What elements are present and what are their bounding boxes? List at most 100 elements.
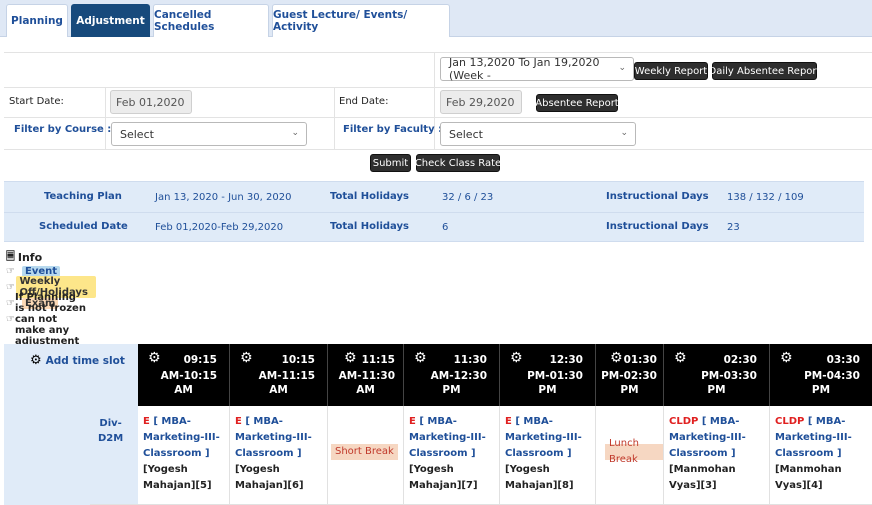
slot-start: 03:30 xyxy=(826,354,860,366)
tab-cancelled-schedules[interactable]: Cancelled Schedules xyxy=(153,4,269,37)
divider xyxy=(105,87,106,149)
faculty-name: Vyas][4] xyxy=(775,480,823,491)
slot-range: PM-03:30 xyxy=(701,370,757,382)
scheduled-date-value: Feb 01,2020-Feb 29,2020 xyxy=(155,222,284,233)
break-cell: Lunch Break xyxy=(596,406,664,505)
faculty-name: [Yogesh xyxy=(409,464,454,475)
time-slot-header[interactable]: ⚙ 11:30 AM-12:30 PM xyxy=(404,344,500,406)
course-select[interactable]: Select ⌄ xyxy=(111,122,307,146)
faculty-name: Mahajan][5] xyxy=(143,480,212,491)
slot-range: AM-11:30 xyxy=(338,370,395,382)
slot-ampm: PM xyxy=(707,384,726,396)
faculty-name: [Yogesh xyxy=(235,464,280,475)
slot-range: PM-01:30 xyxy=(527,370,583,382)
total-holidays-label: Total Holidays xyxy=(330,191,409,202)
instructional-days-value: 23 xyxy=(727,222,740,233)
faculty-select[interactable]: Select ⌄ xyxy=(440,122,636,146)
timetable-corner: ⚙ Add time slot xyxy=(4,344,138,406)
subject-code: CLDP xyxy=(669,416,699,427)
schedule-cell[interactable]: E [ MBA- Marketing-III- Classroom ] [Yog… xyxy=(230,406,328,505)
slot-range: PM-04:30 xyxy=(804,370,860,382)
division-column: Div- D2M xyxy=(4,406,138,505)
time-slot-header[interactable]: ⚙ 03:30 PM-04:30 PM xyxy=(770,344,872,406)
legend-event-text: Event xyxy=(22,265,61,277)
chevron-down-icon: ⌄ xyxy=(620,128,628,138)
row-divider xyxy=(4,149,872,150)
faculty-select-value: Select xyxy=(449,127,483,141)
slot-start: 11:15 xyxy=(361,354,395,366)
cell-line: [ MBA- xyxy=(241,416,283,427)
schedule-cell[interactable]: E [ MBA- Marketing-III- Classroom ] [Yog… xyxy=(138,406,230,505)
divider xyxy=(434,53,435,87)
faculty-name: [Yogesh xyxy=(143,464,188,475)
slot-range: AM-11:15 xyxy=(258,370,315,382)
cell-line: Classroom ] xyxy=(143,448,210,459)
course-filter-label: Filter by Course : xyxy=(14,124,112,135)
schedule-cell[interactable]: E [ MBA- Marketing-III- Classroom ] [Yog… xyxy=(404,406,500,505)
short-break-badge: Short Break xyxy=(331,444,398,460)
faculty-name: Mahajan][8] xyxy=(505,480,574,491)
slot-ampm: AM xyxy=(269,384,288,396)
teaching-plan-label: Teaching Plan xyxy=(44,191,122,202)
slot-start: 01:30 xyxy=(623,354,657,366)
time-slot-header[interactable]: ⚙ 01:30 PM-02:30 PM xyxy=(596,344,664,406)
subject-code: E xyxy=(409,416,416,427)
check-class-rate-button[interactable]: Check Class Rate xyxy=(415,154,501,172)
slot-range: AM-12:30 xyxy=(430,370,487,382)
time-slot-header[interactable]: ⚙ 10:15 AM-11:15 AM xyxy=(230,344,328,406)
timetable-header: ⚙ Add time slot ⚙ 09:15 AM-10:15 AM ⚙ 10:… xyxy=(4,344,872,406)
info-title-text: Info xyxy=(17,251,43,264)
slot-start: 09:15 xyxy=(183,354,217,366)
cell-line: [ MBA- xyxy=(415,416,457,427)
cell-line: [ MBA- xyxy=(804,416,846,427)
weekly-report-button[interactable]: Weekly Report xyxy=(634,62,708,80)
scheduled-date-label: Scheduled Date xyxy=(39,221,128,232)
division-line1: Div- xyxy=(99,418,122,429)
gear-icon: ⚙ xyxy=(30,353,42,368)
slot-ampm: PM xyxy=(811,384,831,396)
row-divider xyxy=(4,87,872,88)
end-date-value: Feb 29,2020 xyxy=(446,95,515,109)
slot-start: 10:15 xyxy=(281,354,315,366)
end-date-field[interactable]: Feb 29,2020 xyxy=(440,90,522,114)
schedule-cell[interactable]: CLDP [ MBA- Marketing-III- Classroom ] [… xyxy=(770,406,872,505)
time-slot-header[interactable]: ⚙ 09:15 AM-10:15 AM xyxy=(138,344,230,406)
cell-line: Classroom ] xyxy=(409,448,476,459)
legend-note: ☞ If Planning is not frozen can not make… xyxy=(6,292,86,347)
cell-line: Marketing-III- xyxy=(775,432,852,443)
week-select[interactable]: Jan 13,2020 To Jan 19,2020 (Week - ⌄ xyxy=(440,56,634,82)
submit-button[interactable]: Submit xyxy=(370,154,411,172)
tab-adjustment[interactable]: Adjustment xyxy=(71,4,150,37)
schedule-cell[interactable]: E [ MBA- Marketing-III- Classroom ] [Yog… xyxy=(500,406,596,505)
subject-code: E xyxy=(143,416,150,427)
absentee-report-button[interactable]: Absentee Report xyxy=(535,94,619,112)
chevron-down-icon: ⌄ xyxy=(291,128,299,138)
cell-line: Marketing-III- xyxy=(505,432,582,443)
slot-ampm: AM xyxy=(174,384,193,396)
subject-code: E xyxy=(505,416,512,427)
daily-absentee-report-button[interactable]: Daily Absentee Report xyxy=(709,62,820,80)
start-date-label: Start Date: xyxy=(9,96,64,107)
schedule-cell[interactable]: CLDP [ MBA- Marketing-III- Classroom ] [… xyxy=(664,406,770,505)
time-slot-header[interactable]: ⚙ 02:30 PM-03:30 PM xyxy=(664,344,770,406)
divider xyxy=(434,87,435,149)
cell-line: [ MBA- xyxy=(511,416,553,427)
slot-ampm: PM xyxy=(442,384,461,396)
filter-panel: Jan 13,2020 To Jan 19,2020 (Week - ⌄ Wee… xyxy=(4,52,872,175)
cell-line: Marketing-III- xyxy=(669,432,746,443)
add-time-slot-button[interactable]: ⚙ Add time slot xyxy=(30,353,125,368)
division-line2: D2M xyxy=(98,433,124,444)
tab-guest-lecture[interactable]: Guest Lecture/ Events/ Activity xyxy=(272,4,450,37)
subject-code: CLDP xyxy=(775,416,805,427)
summary-panel: Teaching Plan Jan 13, 2020 - Jun 30, 202… xyxy=(4,181,864,242)
summary-divider xyxy=(4,212,864,213)
tab-planning[interactable]: Planning xyxy=(6,4,68,37)
time-slot-header[interactable]: ⚙ 12:30 PM-01:30 PM xyxy=(500,344,596,406)
instructional-days-value: 138 / 132 / 109 xyxy=(727,192,804,203)
time-slot-header[interactable]: ⚙ 11:15 AM-11:30 AM xyxy=(328,344,404,406)
start-date-field[interactable]: Feb 01,2020 xyxy=(110,90,192,114)
subject-code: E xyxy=(235,416,242,427)
timetable: ⚙ Add time slot ⚙ 09:15 AM-10:15 AM ⚙ 10:… xyxy=(4,344,872,505)
pointing-hand-icon: ☞ xyxy=(6,265,15,277)
course-select-value: Select xyxy=(120,127,154,141)
